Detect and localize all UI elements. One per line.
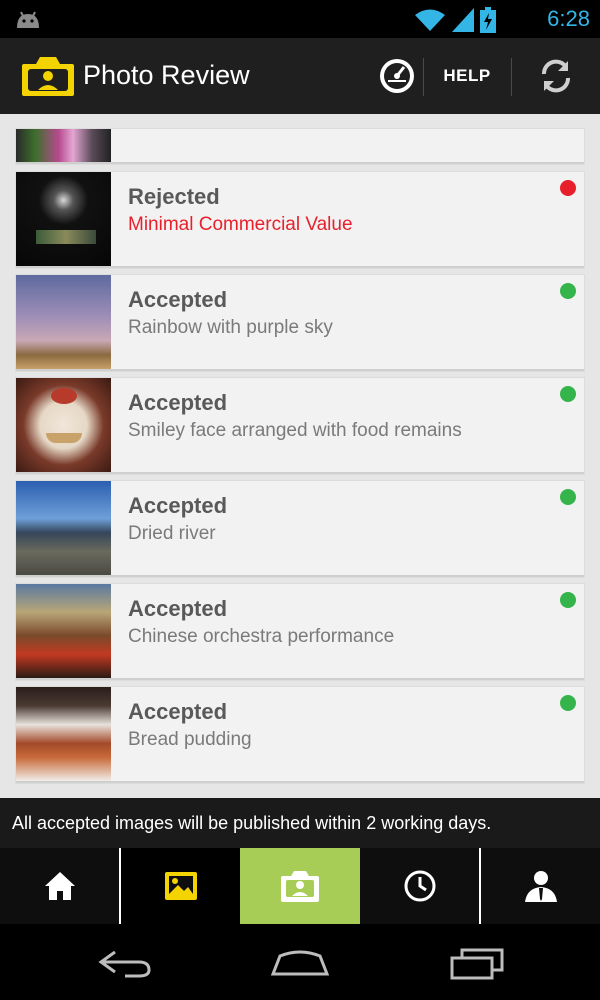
status-bar: 6:28 [0, 0, 600, 38]
help-label: HELP [443, 66, 491, 85]
camera-logo-icon[interactable] [20, 54, 76, 98]
history-icon [404, 870, 435, 902]
photo-thumbnail [16, 481, 111, 575]
review-description: Smiley face arranged with food remains [128, 420, 462, 441]
gallery-icon [164, 872, 197, 900]
review-card[interactable]: Accepted Bread pudding [16, 687, 584, 783]
tab-profile[interactable] [481, 848, 600, 924]
photo-thumbnail [16, 172, 111, 266]
status-dot-rejected [560, 180, 576, 196]
home-nav-icon[interactable] [270, 942, 330, 982]
tab-history[interactable] [360, 848, 479, 924]
tab-gallery[interactable] [121, 848, 240, 924]
review-description: Bread pudding [128, 729, 252, 750]
signal-icon [452, 8, 474, 32]
status-dot-accepted [560, 592, 576, 608]
bottom-tab-bar [0, 848, 600, 924]
action-bar: Photo Review HELP [0, 38, 600, 116]
status-dot-accepted [560, 695, 576, 711]
action-divider [511, 58, 512, 96]
android-icon [17, 11, 39, 28]
battery-icon [480, 7, 496, 33]
back-icon[interactable] [95, 942, 155, 982]
wifi-icon [415, 9, 445, 31]
review-status: Accepted [128, 596, 228, 621]
footer-note: All accepted images will be published wi… [0, 798, 600, 848]
review-description: Rainbow with purple sky [128, 317, 333, 338]
action-divider [423, 58, 424, 96]
review-card[interactable]: Accepted Dried river [16, 481, 584, 577]
review-description: Dried river [128, 523, 216, 544]
help-button[interactable]: HELP [430, 38, 504, 114]
gauge-icon [380, 59, 414, 93]
app-title: Photo Review [83, 60, 250, 90]
refresh-button[interactable] [528, 38, 584, 114]
status-dot-accepted [560, 489, 576, 505]
photo-thumbnail [16, 584, 111, 678]
photo-thumbnail [16, 275, 111, 369]
review-description: Minimal Commercial Value [128, 214, 353, 235]
review-status: Rejected [128, 184, 220, 209]
home-icon [44, 872, 75, 900]
status-dot-accepted [560, 283, 576, 299]
review-card[interactable]: Accepted Chinese orchestra performance [16, 584, 584, 680]
review-status: Accepted [128, 493, 228, 518]
review-card[interactable]: Accepted Smiley face arranged with food … [16, 378, 584, 474]
photo-thumbnail [16, 687, 111, 781]
system-nav-bar [0, 924, 600, 1000]
review-list[interactable]: Rejected Minimal Commercial Value Accept… [0, 114, 600, 798]
status-dot-accepted [560, 386, 576, 402]
tab-review[interactable] [240, 848, 360, 924]
review-status: Accepted [128, 287, 228, 312]
refresh-icon [541, 59, 571, 93]
review-status: Accepted [128, 699, 228, 724]
review-status: Accepted [128, 390, 228, 415]
review-description: Chinese orchestra performance [128, 626, 395, 647]
review-card[interactable]: Accepted Rainbow with purple sky [16, 275, 584, 371]
profile-icon [524, 871, 557, 902]
footer-text: All accepted images will be published wi… [12, 813, 492, 833]
photo-thumbnail [16, 378, 111, 472]
clock-time: 6:28 [547, 6, 590, 31]
stats-button[interactable] [372, 38, 422, 114]
photo-thumbnail [16, 129, 111, 162]
review-card[interactable]: Rejected Minimal Commercial Value [16, 172, 584, 268]
tab-home[interactable] [0, 848, 119, 924]
recents-icon[interactable] [448, 942, 508, 982]
review-card[interactable] [16, 129, 584, 164]
review-icon [281, 871, 319, 902]
